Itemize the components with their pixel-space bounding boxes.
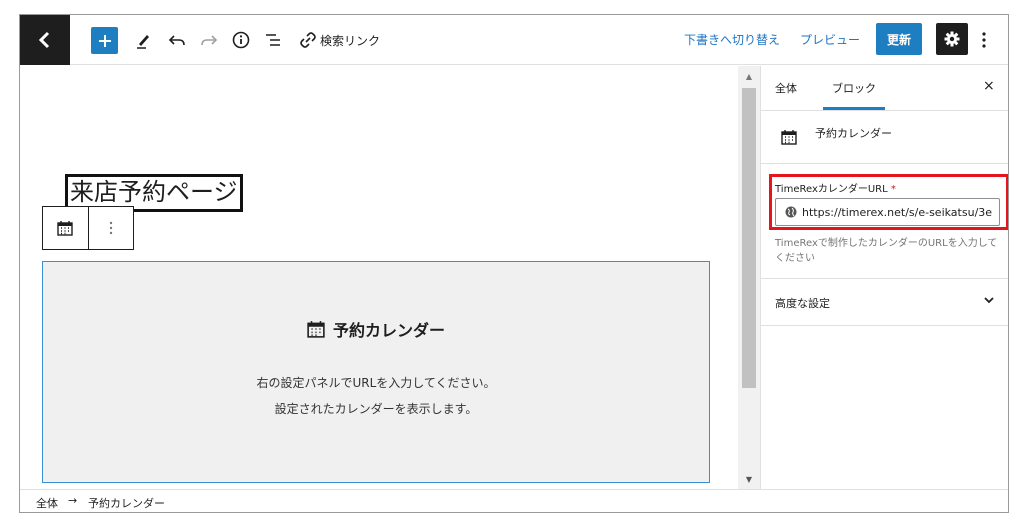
editor-window: 検索リンク 下書きへ切り替え プレビュー 更新 来店予約ページ 予約カレンダー … — [19, 14, 1009, 513]
tab-block[interactable]: ブロック — [823, 66, 885, 110]
scroll-up-arrow[interactable]: ▲ — [738, 66, 760, 86]
list-view-button[interactable] — [261, 28, 285, 52]
plus-icon — [98, 34, 111, 47]
redo-button[interactable] — [197, 28, 221, 52]
chevron-down-icon — [984, 297, 994, 304]
advanced-settings-panel[interactable]: 高度な設定 — [761, 278, 1008, 326]
scroll-down-arrow[interactable]: ▼ — [738, 469, 760, 489]
block-type-button[interactable] — [43, 207, 88, 249]
tab-document[interactable]: 全体 — [775, 80, 797, 96]
add-block-button[interactable] — [91, 27, 118, 54]
back-chevron-icon — [38, 31, 50, 49]
kebab-icon — [982, 32, 986, 48]
placeholder-title-text: 予約カレンダー — [332, 321, 445, 340]
placeholder-instructions-2: 設定されたカレンダーを表示します。 — [274, 402, 478, 416]
breadcrumb-separator: → — [68, 494, 78, 507]
block-card-title: 予約カレンダー — [815, 127, 892, 140]
breadcrumb: 全体 → 予約カレンダー — [20, 489, 1008, 512]
list-view-icon — [266, 34, 280, 46]
placeholder-title: 予約カレンダー — [43, 317, 709, 341]
breadcrumb-current[interactable]: 予約カレンダー — [88, 495, 165, 511]
update-button[interactable]: 更新 — [876, 23, 922, 55]
back-button[interactable] — [20, 15, 70, 65]
block-options-button[interactable] — [87, 207, 133, 249]
options-menu-button[interactable] — [976, 27, 992, 53]
calendar-icon — [307, 321, 325, 338]
link-icon — [300, 32, 316, 48]
details-button[interactable] — [229, 28, 253, 52]
kebab-icon — [109, 221, 113, 235]
switch-to-draft-link[interactable]: 下書きへ切り替え — [684, 31, 780, 48]
breadcrumb-root[interactable]: 全体 — [36, 495, 58, 511]
settings-button[interactable] — [936, 23, 968, 55]
close-sidebar-button[interactable]: × — [983, 78, 995, 94]
redo-icon — [201, 35, 218, 46]
reservation-calendar-placeholder[interactable]: 予約カレンダー 右の設定パネルでURLを入力してください。 設定されたカレンダー… — [42, 261, 710, 483]
preview-link[interactable]: プレビュー — [800, 31, 860, 48]
tools-button[interactable] — [132, 28, 156, 52]
search-link-button[interactable]: 検索リンク — [300, 29, 380, 51]
block-toolbar — [42, 206, 134, 250]
annotation-highlight-box — [769, 174, 1008, 230]
block-card: 予約カレンダー — [761, 111, 1008, 164]
sidebar-tabs: 全体 ブロック × — [761, 66, 1008, 111]
top-toolbar: 検索リンク 下書きへ切り替え プレビュー 更新 — [20, 15, 1008, 65]
undo-icon — [168, 35, 185, 46]
calendar-icon — [57, 221, 74, 236]
gear-icon — [944, 31, 960, 47]
editor-canvas[interactable]: 来店予約ページ 予約カレンダー 右の設定パネルでURLを入力してください。 設定… — [20, 66, 738, 489]
url-field-help: TimeRexで制作したカレンダーのURLを入力してください — [775, 238, 998, 264]
scroll-thumb[interactable] — [742, 88, 756, 388]
pencil-icon — [137, 35, 149, 49]
calendar-icon — [781, 130, 797, 145]
undo-button[interactable] — [165, 28, 189, 52]
search-link-label: 検索リンク — [320, 33, 381, 48]
info-icon — [232, 31, 250, 49]
canvas-scrollbar[interactable]: ▲ ▼ — [738, 66, 760, 489]
advanced-settings-label: 高度な設定 — [775, 297, 830, 310]
settings-sidebar: 全体 ブロック × 予約カレンダー TimeRexカレンダーURL * http… — [760, 66, 1008, 489]
placeholder-instructions: 右の設定パネルでURLを入力してください。 — [256, 376, 496, 390]
